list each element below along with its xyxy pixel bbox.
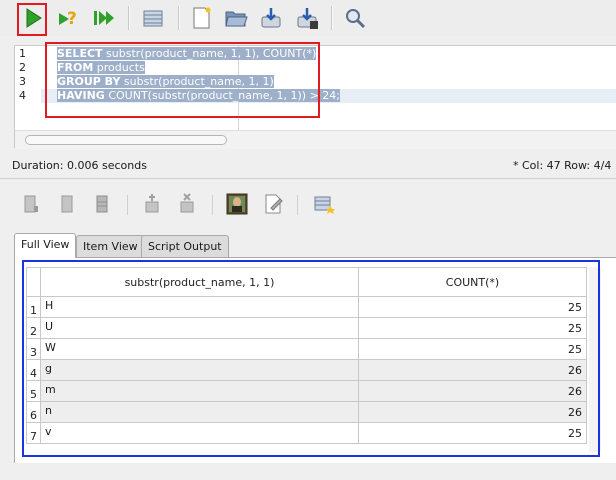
row-number: 1 bbox=[26, 296, 41, 318]
save-as-button[interactable] bbox=[294, 5, 320, 31]
row-number: 6 bbox=[26, 401, 41, 423]
count-cell[interactable]: 25 bbox=[358, 296, 587, 318]
edit-icon bbox=[265, 194, 283, 214]
export-icon bbox=[314, 196, 335, 214]
save-icon bbox=[261, 8, 281, 28]
table-row[interactable]: 2 U 25 bbox=[26, 317, 587, 339]
last-row-button[interactable] bbox=[91, 192, 113, 216]
letter-cell[interactable]: W bbox=[40, 338, 359, 360]
sql-line-3: GROUP BY substr(product_name, 1, 1) bbox=[57, 75, 274, 88]
svg-text:?: ? bbox=[67, 9, 77, 29]
grid-vertical-scrollbar[interactable] bbox=[589, 267, 601, 452]
insert-row-button[interactable] bbox=[141, 192, 163, 216]
count-cell[interactable]: 26 bbox=[358, 401, 587, 423]
find-icon bbox=[346, 9, 366, 29]
run-script-icon bbox=[94, 11, 114, 25]
save-as-icon bbox=[297, 8, 318, 29]
row-number: 2 bbox=[26, 317, 41, 339]
line-number: 1 bbox=[19, 47, 26, 60]
row-number: 7 bbox=[26, 422, 41, 444]
table-row[interactable]: 1 H 25 bbox=[26, 296, 587, 318]
row-number: 3 bbox=[26, 338, 41, 360]
sql-line-1: SELECT substr(product_name, 1, 1), COUNT… bbox=[57, 47, 317, 60]
image-viewer-icon bbox=[226, 193, 248, 215]
count-cell[interactable]: 25 bbox=[358, 338, 587, 360]
letter-cell[interactable]: g bbox=[40, 359, 359, 381]
edit-value-button[interactable] bbox=[262, 192, 284, 216]
save-button[interactable] bbox=[258, 5, 284, 31]
scrollbar-thumb[interactable] bbox=[25, 135, 227, 145]
row-number: 4 bbox=[26, 359, 41, 381]
sql-line-2: FROM products bbox=[57, 61, 145, 74]
letter-cell[interactable]: n bbox=[40, 401, 359, 423]
run-statement-icon bbox=[26, 8, 42, 28]
sql-editor[interactable]: 1 2 3 4 SELECT substr(product_name, 1, 1… bbox=[14, 45, 616, 149]
letter-cell[interactable]: m bbox=[40, 380, 359, 402]
image-viewer-button[interactable] bbox=[226, 192, 248, 216]
open-file-icon bbox=[225, 11, 248, 27]
sql-line-4: HAVING COUNT(substr(product_name, 1, 1))… bbox=[57, 89, 340, 102]
delete-row-button[interactable] bbox=[176, 192, 198, 216]
last-row-icon bbox=[96, 195, 108, 213]
main-toolbar: ? bbox=[0, 0, 616, 36]
row-number: 5 bbox=[26, 380, 41, 402]
tab-item-view[interactable]: Item View bbox=[76, 235, 145, 257]
open-file-button[interactable] bbox=[223, 5, 249, 31]
pane-divider[interactable] bbox=[0, 178, 616, 179]
run-statement-button[interactable] bbox=[20, 5, 46, 31]
letter-cell[interactable]: U bbox=[40, 317, 359, 339]
insert-row-icon bbox=[145, 194, 159, 213]
table-row[interactable]: 7 v 25 bbox=[26, 422, 587, 444]
line-number: 4 bbox=[19, 89, 26, 102]
new-file-button[interactable] bbox=[188, 5, 214, 31]
query-duration: Duration: 0.006 seconds bbox=[12, 159, 147, 172]
delete-row-icon bbox=[180, 193, 194, 213]
previous-row-icon bbox=[61, 195, 73, 213]
sql-history-icon bbox=[143, 10, 163, 27]
column-header[interactable]: substr(product_name, 1, 1) bbox=[40, 267, 359, 297]
sql-history-button[interactable] bbox=[140, 5, 166, 31]
count-cell[interactable]: 26 bbox=[358, 380, 587, 402]
count-cell[interactable]: 25 bbox=[358, 317, 587, 339]
line-number-gutter: 1 2 3 4 bbox=[15, 46, 41, 130]
count-cell[interactable]: 25 bbox=[358, 422, 587, 444]
find-button[interactable] bbox=[342, 5, 368, 31]
explain-plan-icon: ? bbox=[59, 9, 77, 29]
table-row[interactable]: 6 n 26 bbox=[26, 401, 587, 423]
export-button[interactable] bbox=[313, 192, 335, 216]
tab-script-output[interactable]: Script Output bbox=[141, 235, 229, 257]
previous-row-button[interactable] bbox=[56, 192, 78, 216]
first-row-button[interactable] bbox=[20, 192, 42, 216]
editor-horizontal-scrollbar[interactable] bbox=[15, 130, 616, 149]
grid-header-row: substr(product_name, 1, 1) COUNT(*) bbox=[26, 267, 587, 297]
line-number: 2 bbox=[19, 61, 26, 74]
cursor-position: * Col: 47 Row: 4/4 bbox=[513, 159, 612, 172]
tab-full-view[interactable]: Full View bbox=[14, 233, 77, 258]
explain-plan-button[interactable]: ? bbox=[55, 5, 81, 31]
row-number-header bbox=[26, 267, 41, 297]
line-number: 3 bbox=[19, 75, 26, 88]
bottom-strip bbox=[0, 463, 616, 480]
table-row[interactable]: 4 g 26 bbox=[26, 359, 587, 381]
table-row[interactable]: 5 m 26 bbox=[26, 380, 587, 402]
count-cell[interactable]: 26 bbox=[358, 359, 587, 381]
new-file-icon bbox=[193, 7, 211, 29]
letter-cell[interactable]: H bbox=[40, 296, 359, 318]
letter-cell[interactable]: v bbox=[40, 422, 359, 444]
first-row-icon bbox=[24, 195, 38, 213]
run-script-button[interactable] bbox=[91, 5, 117, 31]
table-row[interactable]: 3 W 25 bbox=[26, 338, 587, 360]
column-header[interactable]: COUNT(*) bbox=[358, 267, 587, 297]
results-grid[interactable]: substr(product_name, 1, 1) COUNT(*) 1 H … bbox=[26, 267, 610, 444]
